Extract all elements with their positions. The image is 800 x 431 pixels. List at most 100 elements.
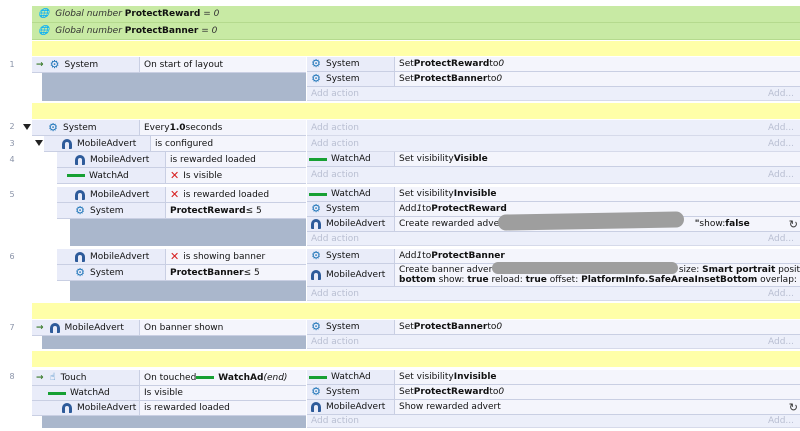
condition-text: On banner shown <box>144 322 224 333</box>
action-var: ProtectReward <box>431 204 507 214</box>
event-8-condition-object[interactable]: → ☝ Touch <box>32 370 140 386</box>
add-more-label: Add... <box>767 336 794 347</box>
add-action-button[interactable]: Add action Add... <box>307 87 800 101</box>
event-3-condition-object[interactable]: MobileAdvert <box>44 136 151 152</box>
sprite-icon <box>309 375 327 379</box>
action-set-invisible[interactable]: Set visibility Invisible <box>395 187 800 202</box>
action-text: Add <box>399 204 417 214</box>
object-name: WatchAd <box>89 170 129 181</box>
global-var-protect-reward[interactable]: 🌐 Global number ProtectReward = 0 <box>32 6 800 23</box>
action-text: position: <box>778 265 800 275</box>
add-action-button[interactable]: Add action Add... <box>307 287 800 301</box>
action-var: ProtectBanner <box>413 74 488 84</box>
add-action-button[interactable]: Add action Add... <box>307 136 800 152</box>
action-object[interactable]: MobileAdvert <box>307 400 395 415</box>
add-action-button[interactable]: Add action Add... <box>307 232 800 246</box>
event-5-condition-object[interactable]: MobileAdvert <box>57 187 166 203</box>
action-object[interactable]: MobileAdvert <box>307 217 395 232</box>
action-object[interactable]: ⚙ System <box>307 249 395 264</box>
condition-text: is rewarded loaded <box>183 189 270 200</box>
object-name: System <box>326 204 360 214</box>
event-8-condition-object-2[interactable]: WatchAd <box>32 386 140 401</box>
action-value: true <box>467 275 489 285</box>
event-4-condition-object[interactable]: MobileAdvert <box>57 152 166 168</box>
event-1-condition-area[interactable] <box>42 73 306 101</box>
action-value: 0 <box>498 59 505 69</box>
action-object[interactable]: MobileAdvert <box>307 264 395 287</box>
action-set-protect-reward[interactable]: Set ProtectReward to 0 <box>395 385 800 400</box>
event-2-condition[interactable]: Every 1.0 seconds <box>140 120 306 136</box>
object-name: MobileAdvert <box>326 219 386 229</box>
event-4-condition-2[interactable]: ✕ Is visible <box>166 168 306 184</box>
event-7-condition-object[interactable]: → MobileAdvert <box>32 320 140 336</box>
action-object[interactable]: ⚙ System <box>307 320 395 335</box>
event-6-condition-area[interactable] <box>70 281 306 301</box>
event-5-condition-area[interactable] <box>70 219 306 246</box>
add-action-label: Add action <box>311 170 359 180</box>
collapse-triangle-icon[interactable] <box>23 124 31 130</box>
action-object[interactable]: ⚙ System <box>307 72 395 87</box>
event-4-condition-object-2[interactable]: WatchAd <box>57 168 166 184</box>
event-7-condition[interactable]: On banner shown <box>140 320 306 336</box>
action-var: ProtectBanner <box>431 251 505 261</box>
add-action-button[interactable]: Add action Add... <box>307 120 800 136</box>
line-number: 2 <box>9 122 15 131</box>
event-6-condition-1[interactable]: ✕ is showing banner <box>166 249 306 265</box>
event-8-condition-area[interactable] <box>42 416 306 428</box>
redaction-scribble <box>497 211 685 231</box>
condition-text: Every <box>144 122 170 133</box>
line-number: 1 <box>9 60 15 69</box>
event-5-condition-2[interactable]: ProtectReward ≤ 5 <box>166 203 306 219</box>
add-action-label: Add action <box>311 88 359 99</box>
add-action-button[interactable]: Add action Add... <box>307 167 800 184</box>
action-object[interactable]: ⚙ System <box>307 57 395 72</box>
object-name: System <box>326 387 360 397</box>
add-more-label: Add... <box>767 233 794 244</box>
action-value: 0 <box>496 74 503 84</box>
action-set-protect-banner[interactable]: Set ProtectBanner to 0 <box>395 72 800 87</box>
action-object[interactable]: WatchAd <box>307 187 395 202</box>
condition-object: WatchAd <box>218 372 264 383</box>
gear-icon: ⚙ <box>311 57 321 70</box>
object-name: MobileAdvert <box>326 270 386 280</box>
event-2-condition-object[interactable]: ⚙ System <box>32 120 140 136</box>
action-set-protect-banner[interactable]: Set ProtectBanner to 0 <box>395 320 800 335</box>
gear-icon: ⚙ <box>311 72 321 85</box>
action-show-rewarded-advert[interactable]: Show rewarded advert ↻ <box>395 400 800 415</box>
action-object[interactable]: ⚙ System <box>307 385 395 400</box>
mobile-advert-icon <box>62 403 72 413</box>
object-name: MobileAdvert <box>90 251 150 262</box>
event-8-condition-1[interactable]: On touched WatchAd (end) <box>140 370 306 386</box>
action-var: ProtectBanner <box>413 322 488 332</box>
event-7-condition-area[interactable] <box>42 336 306 349</box>
event-8-condition-2[interactable]: Is visible <box>140 386 306 401</box>
event-5-condition-1[interactable]: ✕ is rewarded loaded <box>166 187 306 203</box>
event-6-condition-object[interactable]: MobileAdvert <box>57 249 166 265</box>
condition-text: is showing banner <box>183 251 266 262</box>
mobile-advert-icon <box>62 138 72 149</box>
trigger-arrow-icon: → <box>36 322 44 333</box>
event-3-condition[interactable]: is configured <box>151 136 306 152</box>
line-number: 6 <box>9 252 15 261</box>
action-set-protect-reward[interactable]: Set ProtectReward to 0 <box>395 57 800 72</box>
action-object[interactable]: WatchAd <box>307 152 395 167</box>
add-action-button[interactable]: Add action Add... <box>307 335 800 349</box>
event-5-condition-object-2[interactable]: ⚙ System <box>57 203 166 219</box>
event-8-condition-3[interactable]: is rewarded loaded <box>140 401 306 416</box>
global-var-protect-banner[interactable]: 🌐 Global number ProtectBanner = 0 <box>32 23 800 40</box>
event-8-condition-object-3[interactable]: MobileAdvert <box>32 401 140 416</box>
event-1-condition-object[interactable]: → ⚙ System <box>32 57 140 73</box>
action-object[interactable]: WatchAd <box>307 370 395 385</box>
action-set-invisible[interactable]: Set visibility Invisible <box>395 370 800 385</box>
mobile-advert-icon <box>311 219 321 229</box>
collapse-triangle-icon[interactable] <box>35 140 43 146</box>
event-4-condition-1[interactable]: is rewarded loaded <box>166 152 306 168</box>
event-6-condition-object-2[interactable]: ⚙ System <box>57 265 166 281</box>
action-set-visible[interactable]: Set visibility Visible <box>395 152 800 167</box>
event-1-condition[interactable]: On start of layout <box>140 57 306 73</box>
add-action-label: Add action <box>311 138 359 149</box>
event-6-condition-2[interactable]: ProtectBanner ≤ 5 <box>166 265 306 281</box>
action-object[interactable]: ⚙ System <box>307 202 395 217</box>
object-name: System <box>90 205 124 216</box>
add-action-button[interactable]: Add action Add... <box>307 415 800 428</box>
